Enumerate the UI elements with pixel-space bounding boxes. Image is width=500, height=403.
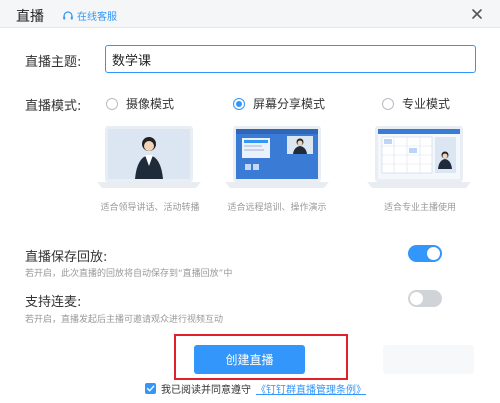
screen-share-mode-illustration [225, 126, 329, 188]
mode-option-camera[interactable]: 摄像模式 [106, 95, 174, 112]
mode-label: 直播模式: [25, 99, 82, 114]
professional-mode-caption: 适合专业主播使用 [383, 203, 456, 213]
co-host-toggle[interactable] [408, 290, 442, 307]
playback-toggle[interactable] [408, 245, 442, 262]
highlight-frame [174, 334, 348, 380]
online-service-label: 在线客服 [77, 12, 117, 23]
professional-mode-label: 专业模式 [402, 97, 451, 111]
co-host-label: 支持连麦: [25, 295, 82, 310]
topic-label: 直播主题: [25, 55, 82, 70]
co-host-hint: 若开启，直播发起后主播可邀请观众进行视频互动 [25, 315, 224, 325]
professional-mode-illustration [367, 126, 471, 188]
topic-input[interactable] [105, 45, 476, 73]
camera-mode-radio[interactable] [106, 97, 118, 110]
screen-share-mode-label: 屏幕分享模式 [253, 97, 326, 111]
dialog-title: 直播 [16, 9, 44, 25]
agreement-prefix: 我已阅读并同意遵守 [161, 385, 251, 396]
co-host-toggle-knob [410, 292, 423, 305]
camera-mode-caption: 适合领导讲话、活动转播 [100, 203, 200, 213]
screen-share-mode-radio[interactable] [233, 97, 245, 110]
playback-hint: 若开启，此次直播的回放将自动保存到“直播回放”中 [25, 269, 233, 279]
screen-share-mode-caption: 适合远程培训、操作演示 [227, 203, 327, 213]
secondary-button-placeholder [383, 345, 474, 374]
headset-icon [63, 10, 73, 19]
agreement-row: 我已阅读并同意遵守 《钉钉群直播管理条例》 [145, 381, 366, 396]
dialog-title-bar: 直播 在线客服 [0, 0, 500, 28]
camera-mode-illustration [97, 126, 201, 188]
playback-label: 直播保存回放: [25, 250, 108, 265]
online-service-link[interactable]: 在线客服 [62, 8, 117, 23]
close-icon[interactable] [470, 7, 484, 21]
agreement-link[interactable]: 《钉钉群直播管理条例》 [256, 381, 366, 396]
mode-option-professional[interactable]: 专业模式 [382, 95, 450, 112]
playback-toggle-knob [427, 247, 440, 260]
check-icon [146, 385, 155, 392]
camera-mode-label: 摄像模式 [126, 97, 175, 111]
mode-option-screen-share[interactable]: 屏幕分享模式 [233, 95, 325, 112]
agreement-checkbox[interactable] [145, 383, 156, 394]
professional-mode-radio[interactable] [382, 97, 394, 110]
